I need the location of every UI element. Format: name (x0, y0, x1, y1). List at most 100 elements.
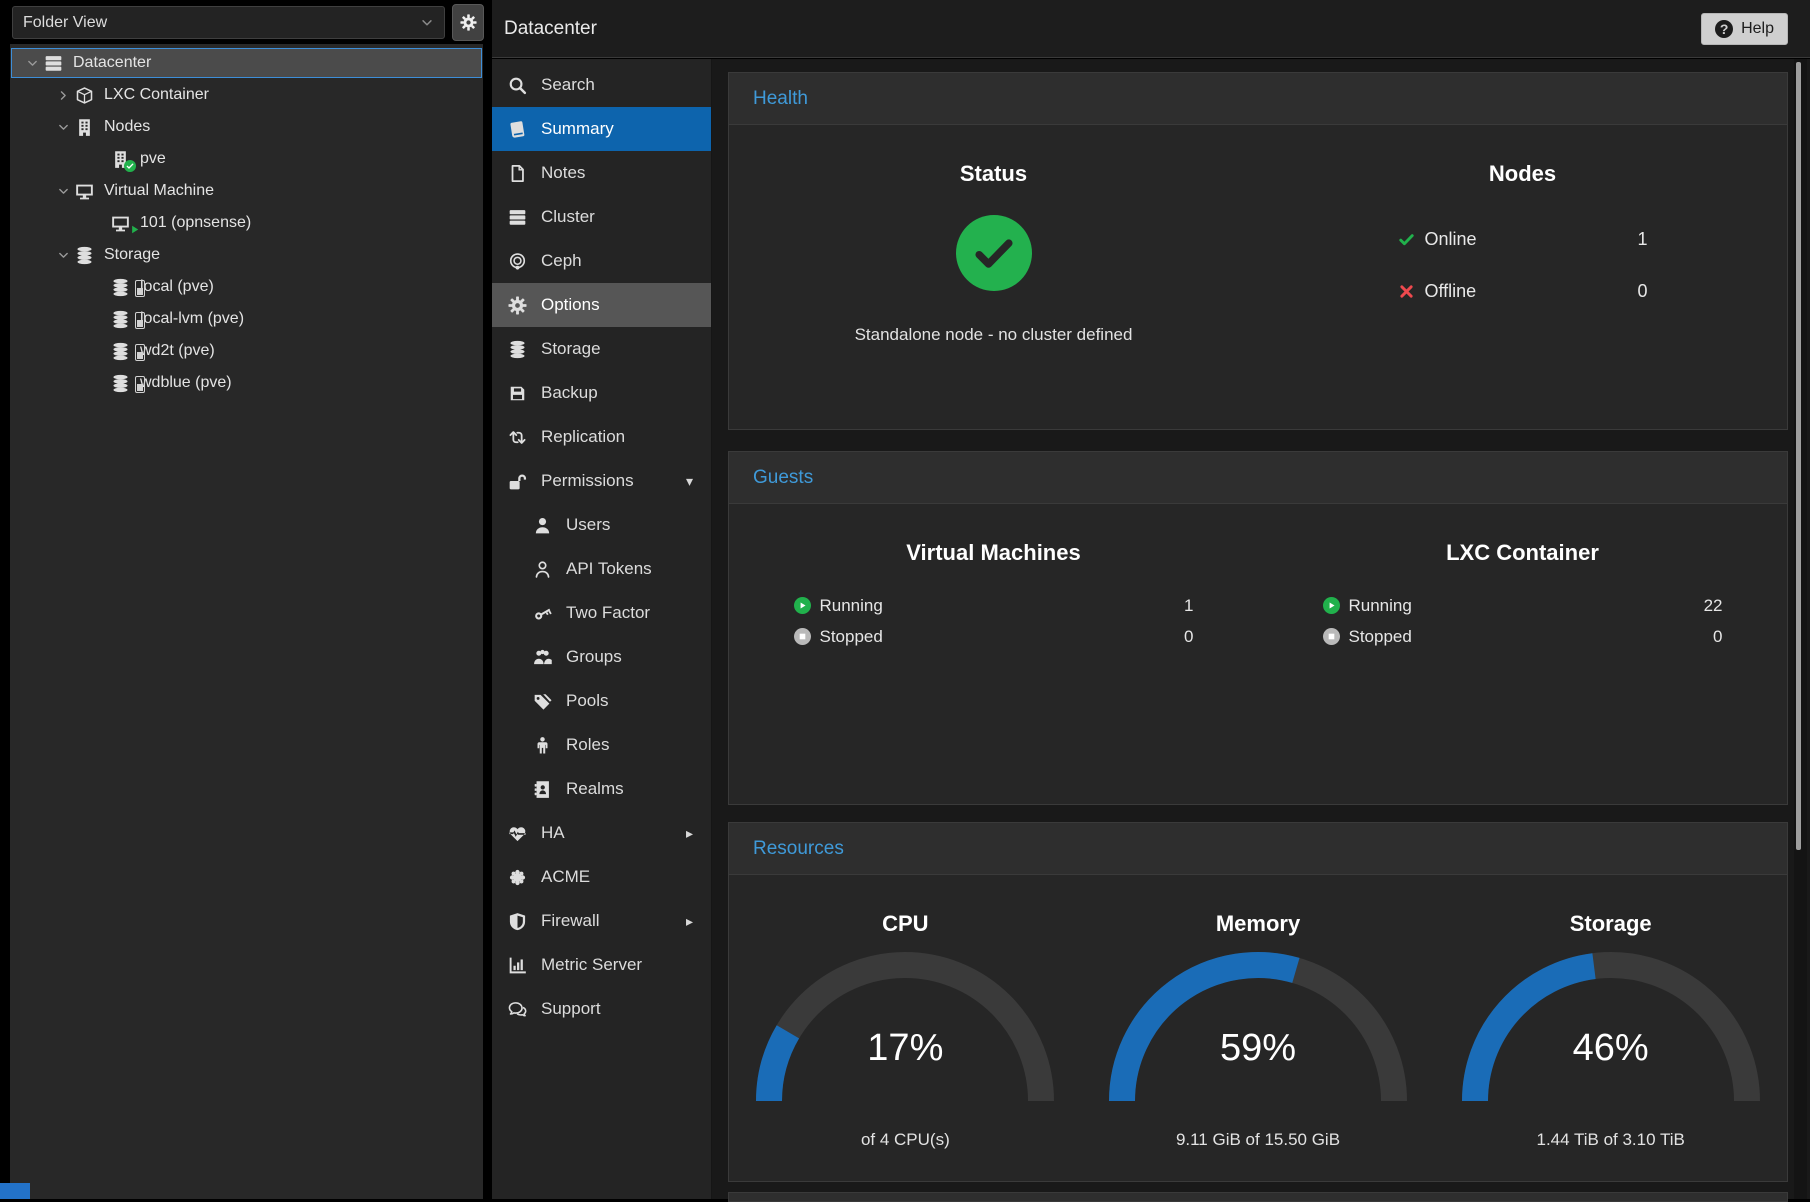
comments-icon (508, 1000, 528, 1019)
guest-table: Running 22 Stopped 0 (1323, 590, 1723, 652)
guest-status-row: Stopped 0 (794, 621, 1194, 652)
guest-column-heading: LXC Container (1446, 540, 1599, 566)
menu-item-permissions[interactable]: Permissions ▾ (492, 459, 711, 503)
resource-tree: Datacenter LXC Container Nodes pve Virtu… (10, 44, 483, 1199)
menu-item-label: Permissions (541, 471, 634, 491)
guest-status-row: Stopped 0 (1323, 621, 1723, 652)
menu-item-cluster[interactable]: Cluster (492, 195, 711, 239)
guest-status-row: Running 1 (794, 590, 1194, 621)
expand-caret-icon[interactable] (51, 121, 75, 134)
tree-item-pve[interactable]: pve (11, 144, 482, 174)
tree-item-datacenter[interactable]: Datacenter (11, 48, 482, 78)
gear-icon (508, 296, 528, 315)
menu-item-label: Notes (541, 163, 585, 183)
menu-item-ha[interactable]: HA ▸ (492, 811, 711, 855)
tree-settings-button[interactable] (452, 4, 484, 41)
expand-arrow-icon: ▾ (686, 473, 693, 490)
tree-item-lxc-container[interactable]: LXC Container (11, 80, 482, 110)
menu-item-pools[interactable]: Pools (492, 679, 711, 723)
guest-state-value: 0 (1713, 627, 1722, 647)
guests-panel-title: Guests (729, 452, 1787, 504)
expand-caret-icon[interactable] (20, 57, 44, 70)
health-panel-title: Health (729, 73, 1787, 125)
status-ok-icon (956, 215, 1032, 291)
tree-item-wdblue-pve[interactable]: wdblue (pve) (11, 368, 482, 398)
cross-icon (1398, 283, 1415, 300)
storage-usage-icon (135, 344, 145, 361)
search-icon (508, 76, 528, 95)
menu-item-ceph[interactable]: Ceph (492, 239, 711, 283)
guests-panel: Guests Virtual Machines Running 1 Stoppe… (728, 451, 1788, 805)
expand-arrow-icon: ▸ (686, 913, 693, 930)
gauge-percent: 46% (1461, 1027, 1761, 1070)
floppy-icon (508, 384, 528, 403)
guest-state-label: Stopped (820, 627, 883, 647)
book-icon (508, 120, 528, 139)
menu-item-label: Summary (541, 119, 614, 139)
menu-item-api-tokens[interactable]: API Tokens (492, 547, 711, 591)
tree-item-wd2t-pve[interactable]: wd2t (pve) (11, 336, 482, 366)
menu-item-options[interactable]: Options (492, 283, 711, 327)
help-button[interactable]: ? Help (1701, 13, 1788, 45)
menu-item-summary[interactable]: Summary (492, 107, 711, 151)
nodes-table: Online 1 Offline 0 (1398, 213, 1648, 317)
menu-item-acme[interactable]: ACME (492, 855, 711, 899)
resources-panel-title: Resources (729, 823, 1787, 875)
shield-icon (508, 912, 528, 931)
corner-indicator (0, 1183, 30, 1199)
gauge: 17% (755, 951, 1055, 1103)
menu-item-users[interactable]: Users (492, 503, 711, 547)
expand-caret-icon[interactable] (51, 249, 75, 262)
menu-item-label: Search (541, 75, 595, 95)
storage-usage-icon (135, 312, 145, 329)
scrollbar-thumb[interactable] (1796, 62, 1801, 850)
guest-state-label: Stopped (1349, 627, 1412, 647)
menu-item-backup[interactable]: Backup (492, 371, 711, 415)
tree-item-local-lvm-pve[interactable]: local-lvm (pve) (11, 304, 482, 334)
menu-item-label: Metric Server (541, 955, 642, 975)
database-icon (111, 310, 131, 329)
replicate-icon (508, 428, 528, 447)
database-icon (111, 374, 131, 393)
tree-item-local-pve[interactable]: local (pve) (11, 272, 482, 302)
expand-caret-icon[interactable] (51, 89, 75, 102)
menu-item-replication[interactable]: Replication (492, 415, 711, 459)
node-status-label: Online (1425, 229, 1477, 250)
menu-item-search[interactable]: Search (492, 63, 711, 107)
tree-item-label: local-lvm (pve) (140, 310, 244, 328)
tree-item-virtual-machine[interactable]: Virtual Machine (11, 176, 482, 206)
tree-item-storage[interactable]: Storage (11, 240, 482, 270)
help-button-label: Help (1741, 20, 1774, 38)
check-icon (1398, 231, 1415, 248)
key-icon (533, 604, 553, 623)
menu-item-storage[interactable]: Storage (492, 327, 711, 371)
menu-item-label: Firewall (541, 911, 600, 931)
content-area: Health Status Standalone node - no clust… (712, 59, 1810, 1199)
chart-icon (508, 956, 528, 975)
menu-item-two-factor[interactable]: Two Factor (492, 591, 711, 635)
gear-icon (460, 14, 477, 31)
tree-item-label: LXC Container (104, 86, 209, 104)
menu-item-realms[interactable]: Realms (492, 767, 711, 811)
menu-item-support[interactable]: Support (492, 987, 711, 1031)
menu-item-groups[interactable]: Groups (492, 635, 711, 679)
tree-view-selector[interactable]: Folder View (12, 6, 445, 39)
menu-item-label: Options (541, 295, 600, 315)
menu-item-label: Two Factor (566, 603, 650, 623)
guest-state-value: 22 (1704, 596, 1723, 616)
tree-item-101-opnsense[interactable]: 101 (opnsense) (11, 208, 482, 238)
database-icon (111, 278, 131, 297)
tree-item-nodes[interactable]: Nodes (11, 112, 482, 142)
menu-item-metric-server[interactable]: Metric Server (492, 943, 711, 987)
menu-item-roles[interactable]: Roles (492, 723, 711, 767)
top-bar: Datacenter ? Help (492, 0, 1810, 58)
health-panel: Health Status Standalone node - no clust… (728, 72, 1788, 430)
server-icon (508, 208, 528, 227)
menu-item-notes[interactable]: Notes (492, 151, 711, 195)
male-icon (533, 736, 553, 755)
nodes-heading: Nodes (1489, 161, 1556, 187)
expand-caret-icon[interactable] (51, 185, 75, 198)
resource-gauge-storage: Storage 46% 1.44 TiB of 3.10 TiB (1434, 875, 1787, 1150)
resource-gauge-cpu: CPU 17% of 4 CPU(s) (729, 875, 1082, 1150)
menu-item-firewall[interactable]: Firewall ▸ (492, 899, 711, 943)
